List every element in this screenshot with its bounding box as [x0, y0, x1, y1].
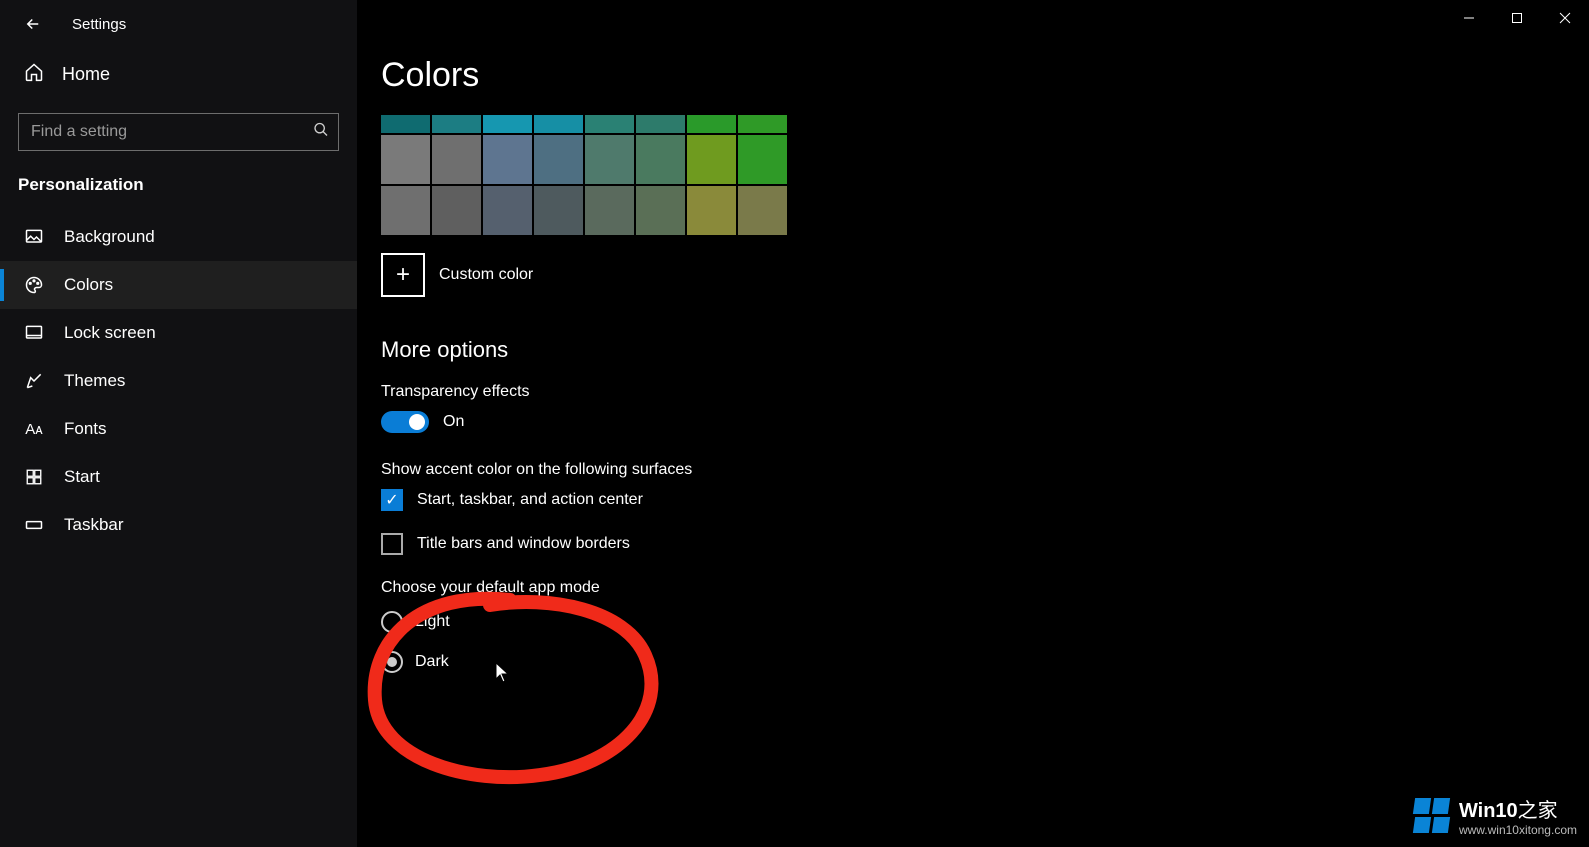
taskbar-icon: [24, 515, 44, 535]
palette-icon: [24, 275, 44, 295]
sidebar: Settings Home Personalization Background…: [0, 0, 357, 847]
watermark: Win10之家 www.win10xitong.com: [1414, 794, 1577, 837]
sidebar-item-label: Fonts: [64, 419, 107, 439]
back-button[interactable]: [18, 9, 48, 39]
sidebar-item-themes[interactable]: Themes: [0, 357, 357, 405]
color-swatch-grid: [381, 115, 789, 235]
search-wrap: [18, 113, 339, 151]
sidebar-item-label: Colors: [64, 275, 113, 295]
color-swatch[interactable]: [687, 115, 736, 133]
checkbox-label: Title bars and window borders: [417, 535, 630, 553]
nav-home-label: Home: [62, 64, 110, 85]
home-icon: [24, 62, 44, 87]
color-swatch[interactable]: [432, 135, 481, 184]
search-icon: [313, 122, 329, 143]
color-swatch[interactable]: [687, 135, 736, 184]
accent-surfaces-label: Show accent color on the following surfa…: [381, 461, 1565, 479]
color-swatch[interactable]: [483, 135, 532, 184]
color-swatch[interactable]: [483, 186, 532, 235]
category-heading: Personalization: [0, 169, 357, 213]
color-swatch[interactable]: [381, 186, 430, 235]
checkbox-title-bars[interactable]: Title bars and window borders: [381, 533, 1565, 555]
color-swatch[interactable]: [534, 135, 583, 184]
color-swatch[interactable]: [585, 135, 634, 184]
app-mode-label: Choose your default app mode: [381, 579, 1565, 597]
nav-list: Background Colors Lock screen Themes Aᴀ …: [0, 213, 357, 549]
sidebar-item-taskbar[interactable]: Taskbar: [0, 501, 357, 549]
search-input[interactable]: [18, 113, 339, 151]
color-swatch[interactable]: [381, 135, 430, 184]
sidebar-item-fonts[interactable]: Aᴀ Fonts: [0, 405, 357, 453]
color-swatch[interactable]: [636, 186, 685, 235]
arrow-left-icon: [24, 15, 42, 33]
close-button[interactable]: [1541, 0, 1589, 36]
color-swatch[interactable]: [432, 115, 481, 133]
checkbox-label: Start, taskbar, and action center: [417, 491, 643, 509]
custom-color-button[interactable]: + Custom color: [381, 253, 1565, 297]
fonts-icon: Aᴀ: [24, 421, 44, 438]
sidebar-item-label: Themes: [64, 371, 125, 391]
color-swatch[interactable]: [381, 115, 430, 133]
color-swatch[interactable]: [585, 115, 634, 133]
sidebar-item-label: Start: [64, 467, 100, 487]
windows-logo-icon: [1414, 798, 1449, 833]
transparency-toggle[interactable]: [381, 411, 429, 433]
color-swatch[interactable]: [687, 186, 736, 235]
color-swatch[interactable]: [432, 186, 481, 235]
radio-label: Light: [415, 613, 450, 631]
nav-home[interactable]: Home: [0, 48, 357, 101]
themes-icon: [24, 371, 44, 391]
picture-icon: [24, 227, 44, 247]
color-swatch[interactable]: [534, 115, 583, 133]
radio-label: Dark: [415, 653, 449, 671]
color-swatch[interactable]: [534, 186, 583, 235]
minimize-button[interactable]: [1445, 0, 1493, 36]
checkbox-start-taskbar[interactable]: ✓ Start, taskbar, and action center: [381, 489, 1565, 511]
color-swatch[interactable]: [483, 115, 532, 133]
custom-color-label: Custom color: [439, 266, 533, 284]
radio-icon: [381, 651, 403, 673]
color-swatch[interactable]: [738, 135, 787, 184]
radio-light[interactable]: Light: [381, 611, 1565, 633]
main-content: Colors + Custom color More options Trans…: [357, 0, 1589, 847]
sidebar-item-background[interactable]: Background: [0, 213, 357, 261]
lock-screen-icon: [24, 323, 44, 343]
radio-icon: [381, 611, 403, 633]
color-swatch[interactable]: [636, 115, 685, 133]
window-controls: [1445, 0, 1589, 36]
sidebar-item-label: Lock screen: [64, 323, 156, 343]
section-heading-more-options: More options: [381, 337, 1565, 363]
color-swatch[interactable]: [738, 115, 787, 133]
start-icon: [24, 468, 44, 486]
sidebar-item-colors[interactable]: Colors: [0, 261, 357, 309]
maximize-button[interactable]: [1493, 0, 1541, 36]
color-swatch[interactable]: [636, 135, 685, 184]
color-swatch[interactable]: [738, 186, 787, 235]
transparency-label: Transparency effects: [381, 383, 1565, 401]
plus-icon: +: [381, 253, 425, 297]
sidebar-item-lock-screen[interactable]: Lock screen: [0, 309, 357, 357]
watermark-text: Win10之家 www.win10xitong.com: [1459, 794, 1577, 837]
titlebar: Settings: [0, 0, 357, 48]
checkbox-icon: ✓: [381, 489, 403, 511]
sidebar-item-label: Taskbar: [64, 515, 124, 535]
transparency-status: On: [443, 413, 464, 431]
app-title: Settings: [72, 16, 126, 33]
sidebar-item-label: Background: [64, 227, 155, 247]
transparency-toggle-row: On: [381, 411, 1565, 433]
radio-dark[interactable]: Dark: [381, 651, 1565, 673]
sidebar-item-start[interactable]: Start: [0, 453, 357, 501]
color-swatch[interactable]: [585, 186, 634, 235]
checkbox-icon: [381, 533, 403, 555]
page-title: Colors: [381, 56, 1565, 95]
